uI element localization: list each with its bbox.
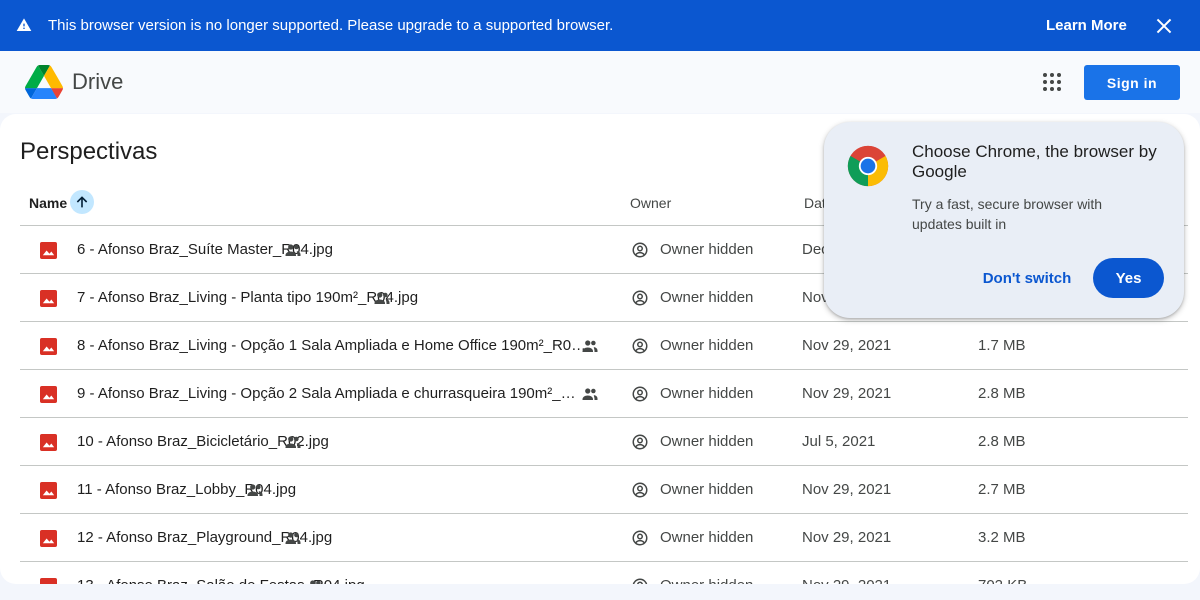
table-row[interactable]: 12 - Afonso Braz_Playground_R04.jpg Owner… (20, 514, 1188, 562)
table-row[interactable]: 13 - Afonso Braz_Salão de Festas_R04.jpg… (20, 562, 1188, 584)
banner-message: This browser version is no longer suppor… (48, 17, 614, 34)
owner-cell: Owner hidden (660, 481, 754, 498)
arrow-up-icon (76, 196, 88, 208)
column-owner[interactable]: Owner (630, 195, 671, 211)
table-row[interactable]: 11 - Afonso Braz_Lobby_R04.jpg Owner hidd… (20, 466, 1188, 514)
size-cell: 1.7 MB (978, 337, 1026, 354)
warning-icon (16, 18, 32, 31)
image-file-icon (40, 290, 57, 307)
shared-people-icon (582, 340, 598, 352)
size-cell: 2.8 MB (978, 433, 1026, 450)
owner-cell: Owner hidden (660, 385, 754, 402)
image-file-icon (40, 482, 57, 499)
dont-switch-button[interactable]: Don't switch (976, 258, 1078, 298)
sort-ascending-button[interactable] (70, 190, 94, 214)
app-name: Drive (72, 69, 124, 94)
owner-cell: Owner hidden (660, 289, 754, 306)
account-circle-icon (632, 290, 648, 306)
date-cell: Nov 29, 2021 (802, 481, 892, 498)
column-date[interactable]: Dat (804, 195, 826, 211)
account-circle-icon (632, 338, 648, 354)
account-circle-icon (632, 530, 648, 546)
shared-people-icon (247, 484, 263, 496)
shared-people-icon (582, 388, 598, 400)
shared-people-icon (285, 244, 301, 256)
size-cell: 2.7 MB (978, 481, 1026, 498)
apps-grid-icon[interactable] (1042, 72, 1062, 92)
date-cell: Nov 29, 2021 (802, 529, 892, 546)
owner-cell: Owner hidden (660, 433, 754, 450)
app-header: Drive Sign in (0, 51, 1200, 113)
sign-in-button[interactable]: Sign in (1084, 65, 1180, 100)
account-circle-icon (632, 386, 648, 402)
folder-title: Perspectivas (20, 138, 158, 165)
account-circle-icon (632, 242, 648, 258)
date-cell: Nov 29, 2021 (802, 385, 892, 402)
yes-button[interactable]: Yes (1093, 258, 1164, 298)
unsupported-browser-banner: This browser version is no longer suppor… (0, 0, 1200, 51)
size-cell: 3.2 MB (978, 529, 1026, 546)
owner-cell: Owner hidden (660, 529, 754, 546)
dialog-description: Try a fast, secure browser with updates … (912, 196, 1103, 232)
owner-cell: Owner hidden (660, 337, 754, 354)
owner-cell: Owner hidden (660, 577, 753, 584)
shared-people-icon (285, 436, 301, 448)
image-file-icon (40, 578, 57, 584)
chrome-logo-icon (847, 145, 889, 187)
learn-more-link[interactable]: Learn More (1046, 17, 1127, 34)
table-row[interactable]: 10 - Afonso Braz_Bicicletário_R02.jpg Own… (20, 418, 1188, 466)
shared-people-icon (285, 532, 301, 544)
file-name[interactable]: 8 - Afonso Braz_Living - Opção 1 Sala Am… (77, 337, 586, 354)
table-row[interactable]: 8 - Afonso Braz_Living - Opção 1 Sala Am… (20, 322, 1188, 370)
file-name[interactable]: 7 - Afonso Braz_Living - Planta tipo 190… (77, 289, 418, 306)
dialog-title: Choose Chrome, the browser by Google (912, 142, 1157, 181)
file-name[interactable]: 9 - Afonso Braz_Living - Opção 2 Sala Am… (77, 385, 576, 402)
close-icon[interactable] (1154, 16, 1174, 36)
account-circle-icon (632, 578, 648, 584)
chrome-promo-dialog: Choose Chrome, the browser by Google Try… (824, 122, 1184, 318)
image-file-icon (40, 242, 57, 259)
drive-logo-icon[interactable] (25, 65, 63, 99)
date-cell: Nov 29, 2021 (802, 577, 891, 584)
date-cell: Nov 29, 2021 (802, 337, 892, 354)
date-cell: Jul 5, 2021 (802, 433, 876, 450)
owner-cell: Owner hidden (660, 241, 754, 258)
account-circle-icon (632, 434, 648, 450)
column-name[interactable]: Name (29, 195, 67, 211)
size-cell: 2.8 MB (978, 385, 1026, 402)
shared-people-icon (374, 292, 390, 304)
shared-people-icon (310, 580, 321, 584)
table-row[interactable]: 9 - Afonso Braz_Living - Opção 2 Sala Am… (20, 370, 1188, 418)
account-circle-icon (632, 482, 648, 498)
size-cell: 702 KB (978, 577, 1027, 584)
image-file-icon (40, 434, 57, 451)
image-file-icon (40, 530, 57, 547)
image-file-icon (40, 338, 57, 355)
image-file-icon (40, 386, 57, 403)
